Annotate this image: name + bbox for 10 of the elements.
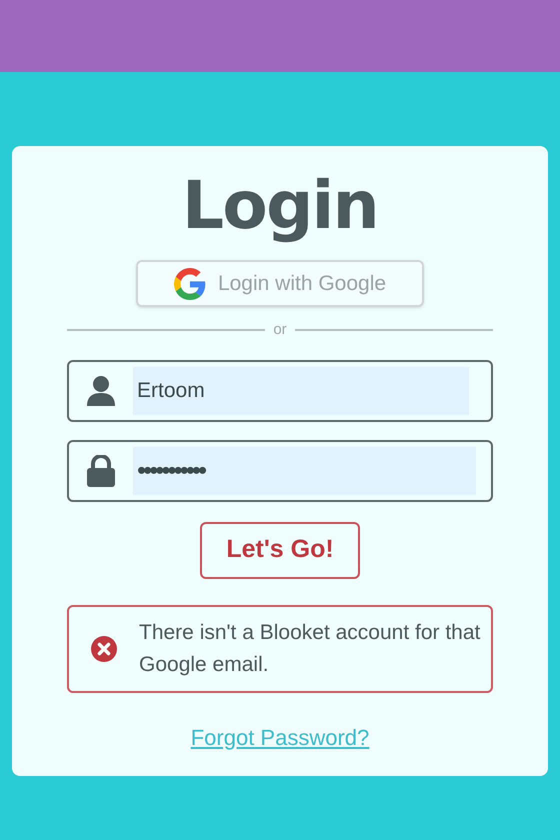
user-icon: [87, 374, 115, 406]
lock-icon: [87, 454, 115, 486]
password-field[interactable]: •••••••••••: [67, 440, 493, 502]
submit-button[interactable]: Let's Go!: [200, 522, 360, 578]
login-title: Login: [182, 168, 378, 244]
google-logo-icon: [174, 268, 206, 300]
error-icon: [91, 636, 117, 662]
username-field[interactable]: Ertoom: [67, 360, 493, 422]
divider-label: or: [273, 320, 287, 340]
error-message: There isn't a Blooket account for that Google email.: [139, 620, 482, 678]
